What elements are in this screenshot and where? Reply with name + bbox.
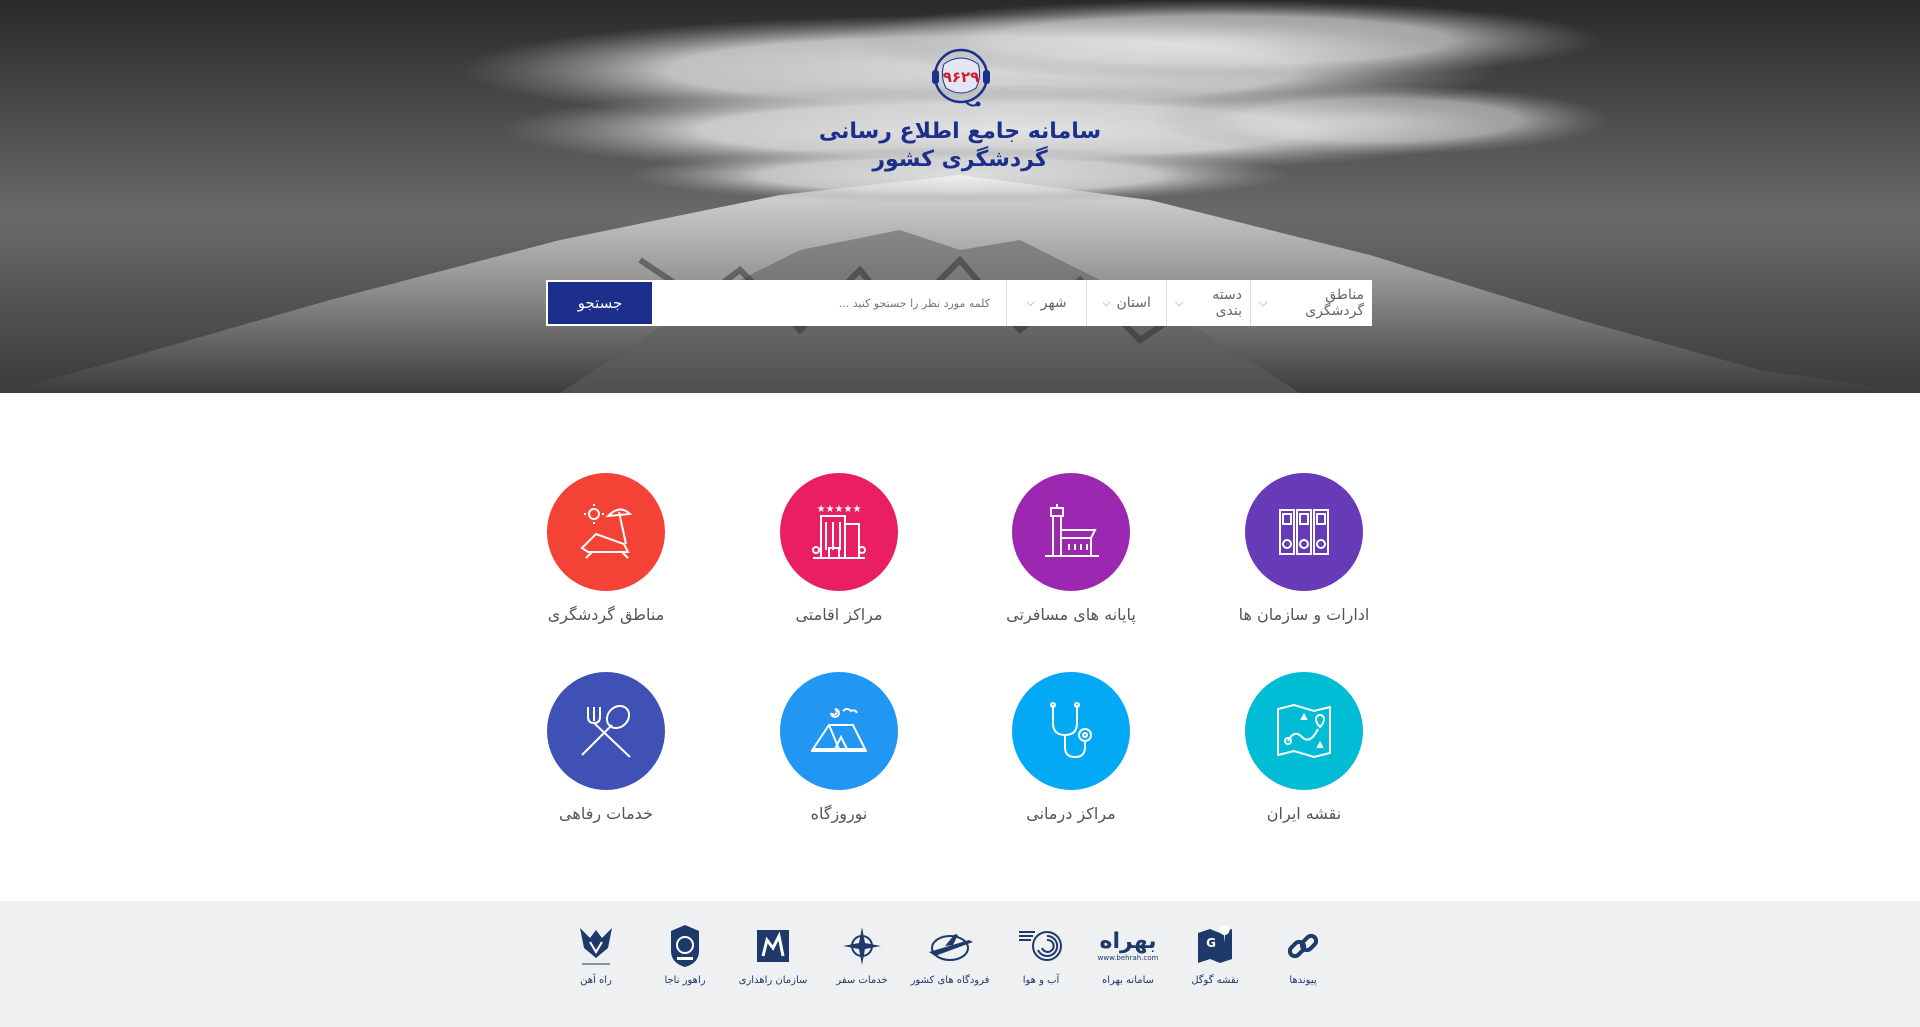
- category-label: مراکز درمانی: [1026, 804, 1116, 823]
- footer-link-traffic-police[interactable]: راهور ناجا: [640, 921, 730, 986]
- title-line-1: سامانه جامع اطلاع رسانی: [818, 119, 1102, 144]
- weather-logo-icon: [996, 921, 1086, 971]
- footer-link-road-org[interactable]: سازمان راهداری: [728, 921, 818, 986]
- search-input[interactable]: [654, 280, 1006, 326]
- footer-link-links[interactable]: پیوندها: [1258, 921, 1348, 986]
- category-nowruz-camp[interactable]: نوروزگاه: [729, 672, 949, 823]
- office-buildings-icon: [1245, 473, 1363, 591]
- footer-link-label: راه آهن: [580, 975, 612, 986]
- road-org-logo-icon: [728, 921, 818, 971]
- category-medical[interactable]: مراکز درمانی: [961, 672, 1181, 823]
- tent-icon: [780, 672, 898, 790]
- category-label: نقشه ایران: [1266, 804, 1342, 823]
- category-label: ادارات و سازمان ها: [1238, 605, 1370, 624]
- category-terminals[interactable]: پایانه های مسافرتی: [961, 473, 1181, 624]
- filter-province-dropdown[interactable]: استان ⌵: [1086, 280, 1166, 326]
- footer-link-label: راهور ناجا: [664, 975, 706, 986]
- category-label: خدمات رفاهی: [559, 804, 653, 823]
- footer-link-label: سامانه بهراه: [1101, 975, 1155, 986]
- footer-link-railway[interactable]: راه آهن: [551, 921, 641, 986]
- category-iran-map[interactable]: نقشه ایران: [1194, 672, 1414, 823]
- footer-link-behrah[interactable]: بهراه www.behrah.com سامانه بهراه: [1083, 921, 1173, 987]
- filter-tourist-areas-dropdown[interactable]: مناطق گردشگری ⌵: [1250, 280, 1372, 326]
- airports-logo-icon: [905, 921, 995, 971]
- page-title: سامانه جامع اطلاع رسانی گردشگری کشور: [760, 118, 1160, 174]
- category-label: مراکز اقامتی: [795, 605, 883, 624]
- category-offices[interactable]: ادارات و سازمان ها: [1194, 473, 1414, 624]
- behrah-logo-sub: www.behrah.com: [1097, 954, 1159, 962]
- filter-label: مناطق گردشگری: [1305, 287, 1364, 319]
- hotel-icon: ★★★★★: [780, 473, 898, 591]
- footer-link-label: پیوندها: [1289, 975, 1317, 986]
- filter-category-dropdown[interactable]: دسته بندی ⌵: [1166, 280, 1250, 326]
- category-accommodation[interactable]: ★★★★★ مراکز اقامتی: [729, 473, 949, 624]
- filter-label: شهر: [1040, 295, 1067, 311]
- svg-text:G: G: [1206, 936, 1216, 950]
- map-icon: [1245, 672, 1363, 790]
- search-bar: مناطق گردشگری ⌵ دسته بندی ⌵ استان ⌵ شهر …: [546, 280, 1372, 326]
- chevron-down-icon: ⌵: [1026, 296, 1035, 309]
- category-tourist-areas[interactable]: مناطق گردشگری: [496, 473, 716, 624]
- footer-links-bar: پیوندها G نقشه گوگل بهراه www.behrah.com…: [0, 901, 1920, 1027]
- police-badge-icon: [640, 921, 730, 971]
- category-label: نوروزگاه: [810, 804, 868, 823]
- category-label: مناطق گردشگری: [547, 605, 665, 624]
- chevron-down-icon: ⌵: [1175, 296, 1184, 309]
- hero-banner: ۹۶۲۹ سامانه جامع اطلاع رسانی گردشگری کشو…: [0, 0, 1920, 393]
- footer-link-label: آب و هوا: [1022, 975, 1060, 986]
- footer-link-label: فرودگاه های کشور: [910, 975, 990, 986]
- google-map-icon: G: [1170, 921, 1260, 971]
- behrah-logo-icon: بهراه www.behrah.com: [1083, 921, 1173, 971]
- svg-text:★★★★★: ★★★★★: [817, 504, 862, 515]
- title-line-2: گردشگری کشور: [872, 147, 1048, 172]
- footer-link-label: سازمان راهداری: [738, 975, 808, 986]
- chevron-down-icon: ⌵: [1102, 296, 1111, 309]
- footer-link-weather[interactable]: آب و هوا: [996, 921, 1086, 986]
- category-welfare-services[interactable]: خدمات رفاهی: [496, 672, 716, 823]
- logo-9629-icon[interactable]: ۹۶۲۹: [926, 46, 996, 112]
- beach-umbrella-icon: [547, 473, 665, 591]
- footer-link-label: نقشه گوگل: [1191, 975, 1239, 986]
- filter-label: استان: [1116, 295, 1151, 311]
- category-label: پایانه های مسافرتی: [1006, 605, 1136, 624]
- logo-number: ۹۶۲۹: [943, 68, 980, 86]
- footer-link-google-map[interactable]: G نقشه گوگل: [1170, 921, 1260, 986]
- footer-link-travel-services[interactable]: خدمات سفر: [817, 921, 907, 986]
- filter-label: دسته بندی: [1212, 287, 1242, 319]
- filter-city-dropdown[interactable]: شهر ⌵: [1006, 280, 1086, 326]
- footer-link-airports[interactable]: فرودگاه های کشور: [905, 921, 995, 986]
- chevron-down-icon: ⌵: [1259, 296, 1268, 309]
- search-button[interactable]: جستجو: [548, 282, 652, 324]
- fork-spoon-icon: [547, 672, 665, 790]
- railway-logo-icon: [551, 921, 641, 971]
- footer-link-label: خدمات سفر: [836, 975, 888, 986]
- airport-terminal-icon: [1012, 473, 1130, 591]
- stethoscope-icon: [1012, 672, 1130, 790]
- compass-icon: [817, 921, 907, 971]
- link-icon: [1258, 921, 1348, 971]
- behrah-logo-text: بهراه: [1099, 929, 1157, 954]
